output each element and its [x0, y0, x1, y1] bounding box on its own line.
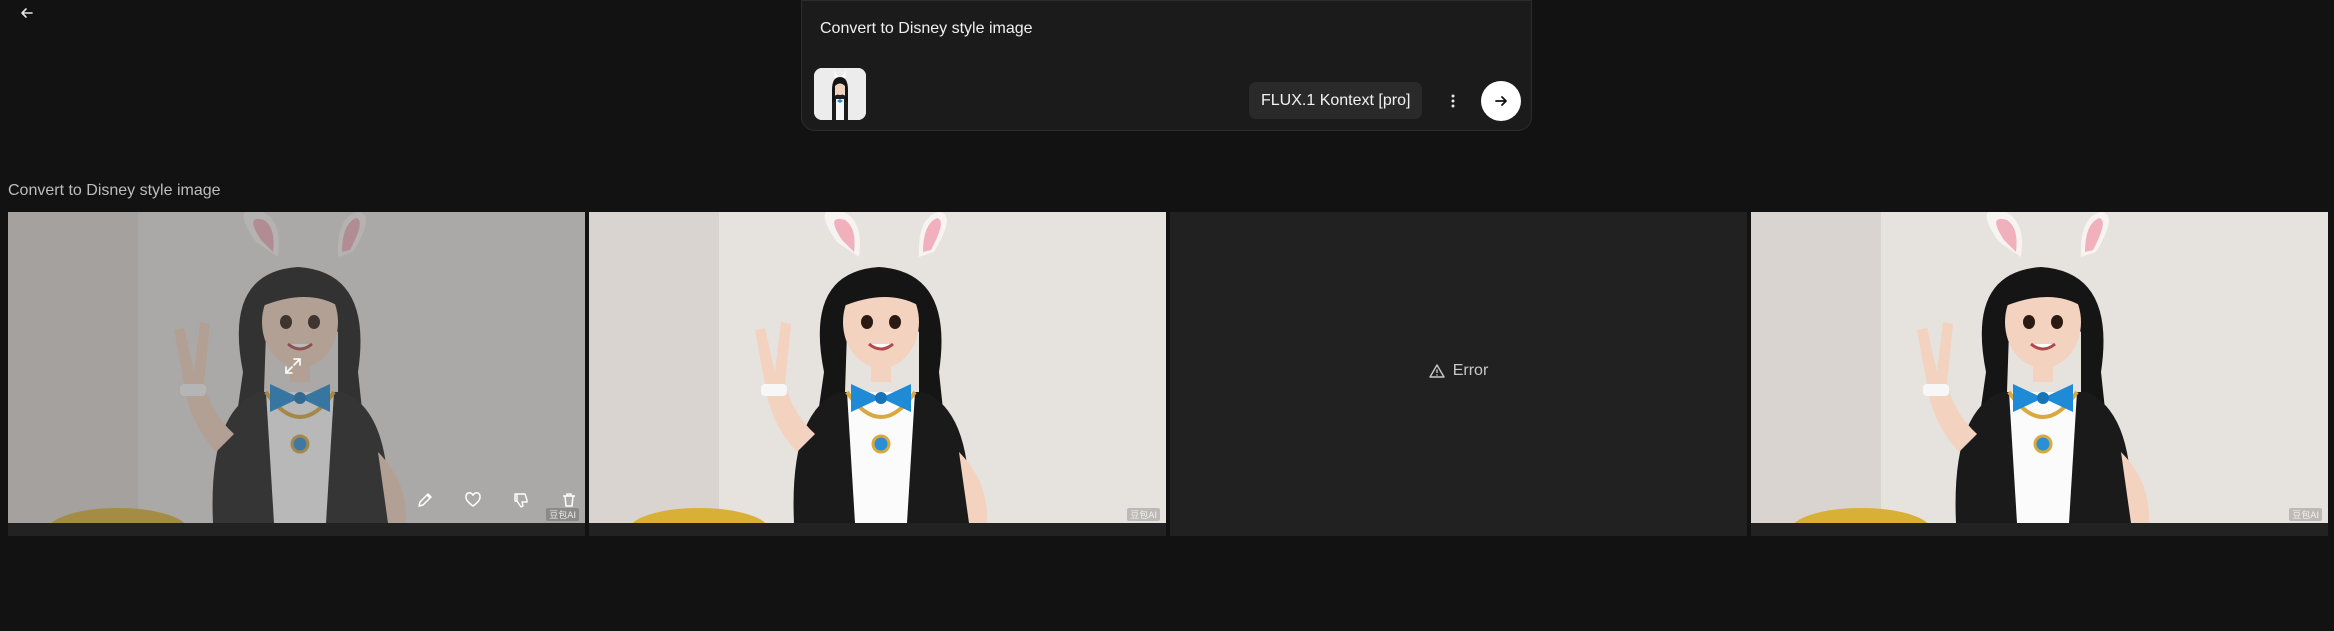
arrow-left-icon [21, 8, 33, 18]
result-card-error: Error [1170, 212, 1747, 536]
watermark: 豆包AI [546, 508, 579, 521]
model-selector[interactable]: FLUX.1 Kontext [pro] [1249, 82, 1423, 119]
prompt-text[interactable]: Convert to Disney style image [820, 20, 1033, 38]
result-card[interactable]: 豆包AI [589, 212, 1166, 536]
back-button[interactable] [14, 0, 40, 26]
expand-icon [285, 358, 301, 374]
edit-button[interactable] [401, 485, 449, 515]
error-message: Error [1170, 362, 1747, 380]
thumbs-down-icon [514, 493, 528, 508]
result-image[interactable] [589, 212, 1166, 523]
more-options-button[interactable] [1442, 87, 1464, 115]
trash-icon [563, 493, 575, 507]
error-text: Error [1452, 362, 1489, 379]
dislike-button[interactable] [497, 485, 545, 515]
prompt-panel: Convert to Disney style image FLUX.1 Kon… [801, 0, 1532, 131]
reference-image-thumbnail[interactable] [814, 68, 866, 120]
watermark: 豆包AI [2289, 508, 2322, 521]
like-button[interactable] [449, 485, 497, 515]
result-card[interactable]: 豆包AI [1751, 212, 2328, 536]
card-footer [1751, 523, 2328, 536]
arrow-right-icon [1495, 96, 1507, 106]
result-card[interactable]: 豆包AI [8, 212, 585, 536]
heart-icon [465, 492, 481, 507]
result-image[interactable] [1751, 212, 2328, 523]
pencil-icon [418, 493, 432, 507]
expand-button[interactable] [284, 357, 302, 380]
card-footer [8, 523, 585, 536]
submit-button[interactable] [1481, 81, 1521, 121]
section-title: Convert to Disney style image [8, 182, 221, 199]
more-vertical-icon [1451, 94, 1455, 108]
card-footer [589, 523, 1166, 536]
warning-icon [1429, 364, 1445, 378]
watermark: 豆包AI [1127, 508, 1160, 521]
